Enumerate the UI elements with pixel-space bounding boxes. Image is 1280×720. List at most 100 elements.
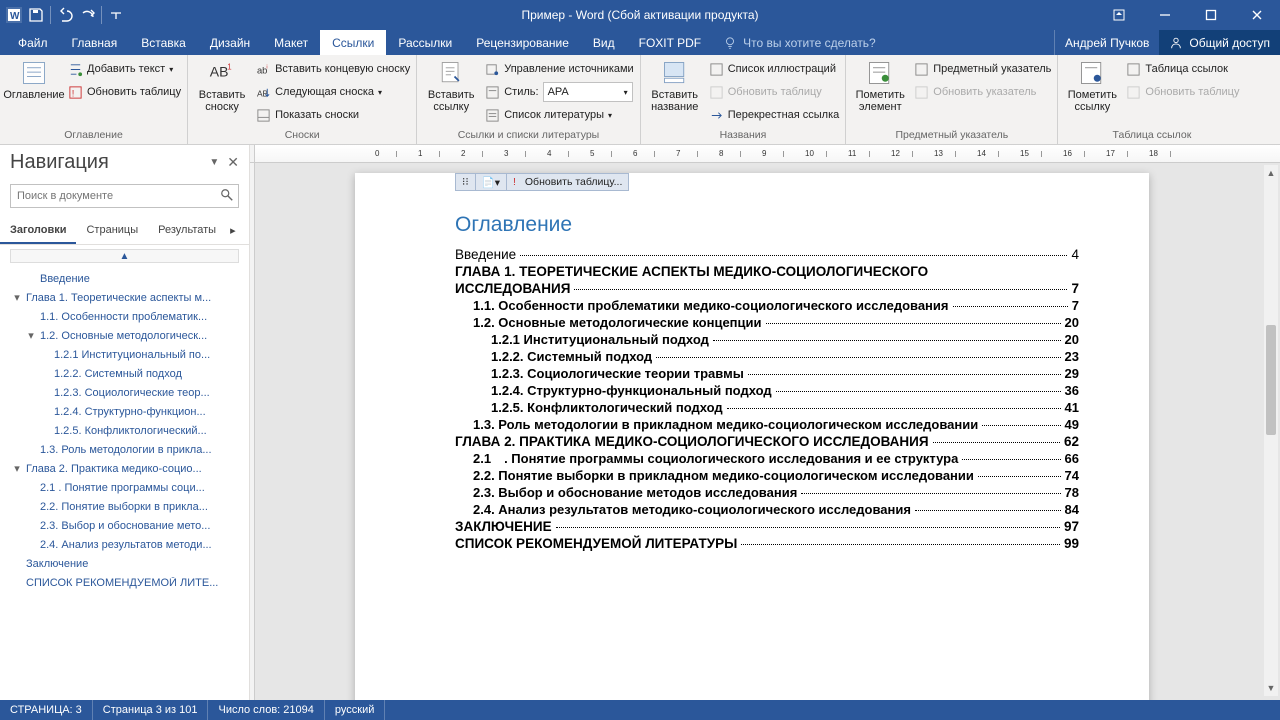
nav-tree-item[interactable]: 1.3. Роль методологии в прикла... bbox=[4, 440, 245, 459]
insert-caption-button[interactable]: Вставить название bbox=[647, 59, 703, 113]
update-index-button[interactable]: Обновить указатель bbox=[914, 82, 1051, 102]
nav-tree-item[interactable]: 1.2.3. Социологические теор... bbox=[4, 383, 245, 402]
status-word-count[interactable]: Число слов: 21094 bbox=[208, 700, 324, 720]
toc-entry[interactable]: 1.2. Основные методологические концепции… bbox=[455, 315, 1079, 330]
nav-search[interactable] bbox=[10, 184, 239, 208]
toc-button[interactable]: Оглавление bbox=[6, 59, 62, 101]
status-page-short[interactable]: СТРАНИЦА: 3 bbox=[0, 700, 93, 720]
toc-handle-icon[interactable]: ⁝⁝ bbox=[462, 176, 469, 188]
nav-tree-item[interactable]: 1.1. Особенности проблематик... bbox=[4, 307, 245, 326]
nav-tree-item[interactable]: 2.4. Анализ результатов методи... bbox=[4, 535, 245, 554]
close-icon[interactable] bbox=[1234, 0, 1280, 30]
toc-entry[interactable]: 1.2.2. Системный подход23 bbox=[455, 349, 1079, 364]
insert-endnote-button[interactable]: abiВставить концевую сноску bbox=[256, 59, 410, 79]
nav-tab-headings[interactable]: Заголовки bbox=[0, 218, 76, 244]
add-text-button[interactable]: Добавить текст▾ bbox=[68, 59, 181, 79]
tell-me-search[interactable]: Что вы хотите сделать? bbox=[713, 30, 886, 55]
nav-tree-item[interactable]: 1.2.5. Конфликтологический... bbox=[4, 421, 245, 440]
toc-entry[interactable]: 2.1 . Понятие программы социологического… bbox=[455, 451, 1079, 466]
tab-view[interactable]: Вид bbox=[581, 30, 627, 55]
status-page-of[interactable]: Страница 3 из 101 bbox=[93, 700, 209, 720]
nav-tree-item[interactable]: ▾Глава 2. Практика медико-социо... bbox=[4, 459, 245, 478]
nav-menu-icon[interactable]: ▼ bbox=[209, 157, 219, 168]
nav-tree-item[interactable]: ▾Глава 1. Теоретические аспекты м... bbox=[4, 288, 245, 307]
nav-search-input[interactable] bbox=[10, 184, 239, 208]
nav-tree-item[interactable]: 2.1 . Понятие программы соци... bbox=[4, 478, 245, 497]
horizontal-ruler[interactable]: 0123456789101112131415161718 bbox=[250, 145, 1280, 163]
toc-entry[interactable]: ГЛАВА 1. ТЕОРЕТИЧЕСКИЕ АСПЕКТЫ МЕДИКО-СО… bbox=[455, 264, 1079, 279]
toc-entry[interactable]: 2.4. Анализ результатов методико-социоло… bbox=[455, 502, 1079, 517]
scrollbar-thumb[interactable] bbox=[1266, 325, 1276, 435]
toc-entry[interactable]: ЗАКЛЮЧЕНИЕ97 bbox=[455, 519, 1079, 534]
nav-tab-results[interactable]: Результаты bbox=[148, 218, 226, 244]
update-toa-button[interactable]: Обновить таблицу bbox=[1126, 82, 1239, 102]
toc-entry[interactable]: 1.3. Роль методологии в прикладном медик… bbox=[455, 417, 1079, 432]
next-footnote-button[interactable]: ABСледующая сноска▾ bbox=[256, 82, 410, 102]
list-of-figures-button[interactable]: Список иллюстраций bbox=[709, 59, 840, 79]
undo-icon[interactable] bbox=[57, 7, 73, 23]
nav-close-icon[interactable]: ✕ bbox=[227, 154, 239, 171]
nav-tree-item[interactable]: 1.2.2. Системный подход bbox=[4, 364, 245, 383]
minimize-icon[interactable] bbox=[1142, 0, 1188, 30]
qat-customize-icon[interactable] bbox=[108, 7, 124, 23]
toc-entry[interactable]: 2.2. Понятие выборки в прикладном медико… bbox=[455, 468, 1079, 483]
tab-home[interactable]: Главная bbox=[60, 30, 130, 55]
toc-entry[interactable]: СПИСОК РЕКОМЕНДУЕМОЙ ЛИТЕРАТУРЫ99 bbox=[455, 536, 1079, 551]
toc-entry[interactable]: 1.2.5. Конфликтологический подход41 bbox=[455, 400, 1079, 415]
tab-review[interactable]: Рецензирование bbox=[464, 30, 581, 55]
vertical-scrollbar[interactable]: ▲ ▼ bbox=[1264, 165, 1278, 696]
toc-entry[interactable]: Введение4 bbox=[455, 247, 1079, 262]
ribbon-display-options-icon[interactable] bbox=[1096, 0, 1142, 30]
redo-icon[interactable] bbox=[79, 7, 95, 23]
toc-update-button[interactable]: Обновить таблицу... bbox=[525, 176, 623, 188]
cross-reference-button[interactable]: Перекрестная ссылка bbox=[709, 105, 840, 125]
nav-tab-pages[interactable]: Страницы bbox=[76, 218, 148, 244]
nav-tree-item[interactable]: СПИСОК РЕКОМЕНДУЕМОЙ ЛИТЕ... bbox=[4, 573, 245, 592]
insert-citation-button[interactable]: Вставить ссылку bbox=[423, 59, 479, 113]
toc-entry[interactable]: 1.2.1 Институциональный подход20 bbox=[455, 332, 1079, 347]
toc-field-banner[interactable]: ⁝⁝ 📄▾ ! Обновить таблицу... bbox=[455, 173, 629, 191]
nav-tree-item[interactable]: Введение bbox=[4, 269, 245, 288]
update-toc-button[interactable]: !Обновить таблицу bbox=[68, 82, 181, 102]
show-footnotes-button[interactable]: Показать сноски bbox=[256, 105, 410, 125]
nav-tree-item[interactable]: 2.3. Выбор и обоснование мето... bbox=[4, 516, 245, 535]
toc-entry[interactable]: ИССЛЕДОВАНИЯ7 bbox=[455, 281, 1079, 296]
toc-entry[interactable]: 2.3. Выбор и обоснование методов исследо… bbox=[455, 485, 1079, 500]
bibliography-button[interactable]: Список литературы▾ bbox=[485, 105, 633, 125]
twisty-icon[interactable]: ▾ bbox=[26, 329, 36, 342]
scroll-down-icon[interactable]: ▼ bbox=[1264, 680, 1278, 696]
nav-tree-item[interactable]: Заключение bbox=[4, 554, 245, 573]
nav-tree-item[interactable]: 1.2.4. Структурно-функцион... bbox=[4, 402, 245, 421]
tab-design[interactable]: Дизайн bbox=[198, 30, 262, 55]
nav-tree-item[interactable]: 1.2.1 Институциональный по... bbox=[4, 345, 245, 364]
scroll-up-icon[interactable]: ▲ bbox=[1264, 165, 1278, 181]
signed-in-user[interactable]: Андрей Пучков bbox=[1054, 30, 1159, 55]
tab-insert[interactable]: Вставка bbox=[129, 30, 198, 55]
update-figures-button[interactable]: Обновить таблицу bbox=[709, 82, 840, 102]
save-icon[interactable] bbox=[28, 7, 44, 23]
nav-tab-overflow[interactable]: ▸ bbox=[226, 218, 240, 244]
toc-entry[interactable]: 1.2.3. Социологические теории травмы29 bbox=[455, 366, 1079, 381]
citation-style-select[interactable]: Стиль: APA▾ bbox=[485, 82, 633, 102]
toc-menu-icon[interactable]: 📄▾ bbox=[482, 176, 500, 189]
insert-index-button[interactable]: Предметный указатель bbox=[914, 59, 1051, 79]
nav-collapse-icon[interactable]: ▲ bbox=[10, 249, 239, 263]
tab-mailings[interactable]: Рассылки bbox=[386, 30, 464, 55]
toc-entry[interactable]: 1.1. Особенности проблематики медико-соц… bbox=[455, 298, 1079, 313]
twisty-icon[interactable]: ▾ bbox=[12, 462, 22, 475]
nav-tree-item[interactable]: ▾1.2. Основные методологическ... bbox=[4, 326, 245, 345]
tab-foxit[interactable]: FOXIT PDF bbox=[627, 30, 713, 55]
twisty-icon[interactable]: ▾ bbox=[12, 291, 22, 304]
insert-footnote-button[interactable]: AB1 Вставить сноску bbox=[194, 59, 250, 113]
status-language[interactable]: русский bbox=[325, 700, 385, 720]
maximize-icon[interactable] bbox=[1188, 0, 1234, 30]
share-button[interactable]: Общий доступ bbox=[1159, 30, 1280, 55]
search-icon[interactable] bbox=[220, 188, 234, 202]
tab-layout[interactable]: Макет bbox=[262, 30, 320, 55]
mark-citation-button[interactable]: Пометить ссылку bbox=[1064, 59, 1120, 113]
toc-entry[interactable]: ГЛАВА 2. ПРАКТИКА МЕДИКО-СОЦИОЛОГИЧЕСКОГ… bbox=[455, 434, 1079, 449]
manage-sources-button[interactable]: Управление источниками bbox=[485, 59, 633, 79]
toc-entry[interactable]: 1.2.4. Структурно-функциональный подход3… bbox=[455, 383, 1079, 398]
mark-entry-button[interactable]: Пометить элемент bbox=[852, 59, 908, 113]
insert-toa-button[interactable]: Таблица ссылок bbox=[1126, 59, 1239, 79]
